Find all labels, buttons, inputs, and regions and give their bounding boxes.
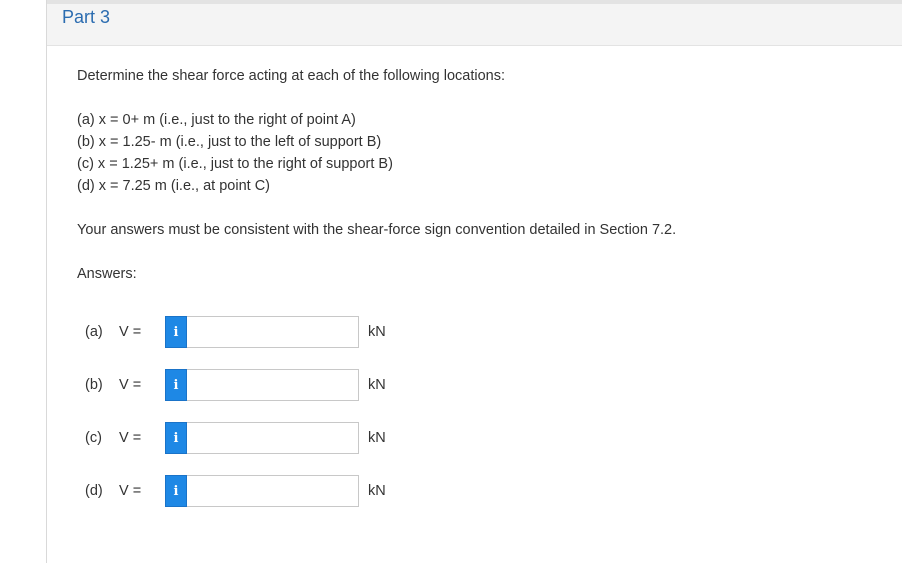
info-icon[interactable]: i: [165, 422, 187, 454]
question-prompt: Determine the shear force acting at each…: [77, 68, 505, 84]
answer-unit: kN: [368, 483, 386, 499]
info-icon[interactable]: i: [165, 316, 187, 348]
answer-input-b[interactable]: [187, 369, 359, 401]
answer-input-a[interactable]: [187, 316, 359, 348]
part-title[interactable]: Part 3: [62, 7, 110, 28]
answer-variable: V =: [119, 324, 142, 340]
part-header: Part 3: [47, 0, 902, 46]
info-icon[interactable]: i: [165, 369, 187, 401]
info-icon[interactable]: i: [165, 475, 187, 507]
answer-unit: kN: [368, 377, 386, 393]
question-content: Determine the shear force acting at each…: [77, 65, 877, 285]
answer-row-c: (c) V = i kN: [85, 421, 386, 455]
answer-variable: V =: [119, 483, 142, 499]
location-item-b: (b) x = 1.25- m (i.e., just to the left …: [77, 134, 382, 150]
sign-convention-note: Your answers must be consistent with the…: [77, 222, 677, 238]
left-gutter: [0, 0, 47, 563]
answer-unit: kN: [368, 324, 386, 340]
answer-letter: (c): [85, 430, 102, 446]
answer-input-c[interactable]: [187, 422, 359, 454]
answer-row-a: (a) V = i kN: [85, 315, 386, 349]
answer-unit: kN: [368, 430, 386, 446]
answers-label: Answers:: [77, 266, 137, 282]
location-item-c: (c) x = 1.25+ m (i.e., just to the right…: [77, 156, 393, 172]
answer-row-d: (d) V = i kN: [85, 474, 386, 508]
location-list: (a) x = 0+ m (i.e., just to the right of…: [77, 109, 877, 197]
answer-letter: (a): [85, 324, 103, 340]
answer-variable: V =: [119, 430, 142, 446]
answer-input-d[interactable]: [187, 475, 359, 507]
answer-variable: V =: [119, 377, 142, 393]
answer-letter: (b): [85, 377, 103, 393]
answer-row-b: (b) V = i kN: [85, 368, 386, 402]
location-item-d: (d) x = 7.25 m (i.e., at point C): [77, 178, 271, 194]
answer-letter: (d): [85, 483, 103, 499]
location-item-a: (a) x = 0+ m (i.e., just to the right of…: [77, 112, 356, 128]
